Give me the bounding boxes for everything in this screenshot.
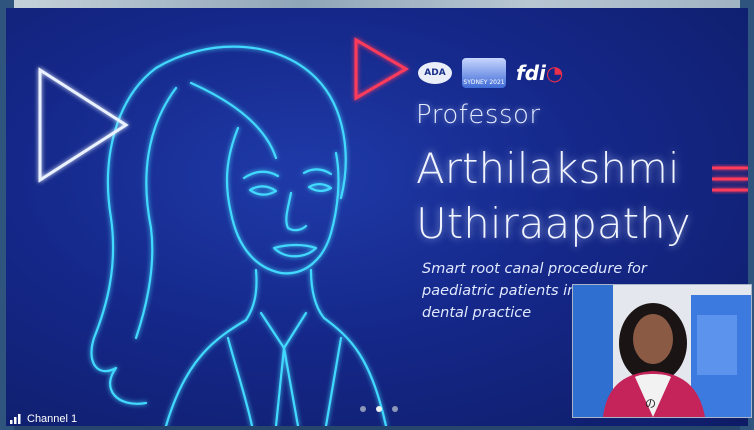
speaker-webcam[interactable]: の — [572, 284, 752, 418]
play-neon-icon-white — [38, 67, 129, 183]
ada-logo: ADA — [418, 62, 452, 84]
page-dot[interactable] — [360, 406, 366, 412]
speaker-first-name: Arthilakshmi — [416, 144, 680, 193]
speaker-last-name: Uthiraapathy — [416, 199, 691, 248]
subtitle-line: Smart root canal procedure for — [422, 261, 647, 277]
menu-lines-icon — [712, 166, 748, 192]
webcam-feed: の — [573, 285, 751, 417]
fdi-logo-text: fdi — [516, 61, 546, 85]
channel-indicator: Channel 1 — [10, 413, 77, 425]
fdi-logo: fdi◔ — [516, 61, 563, 85]
play-neon-icon-red — [354, 37, 409, 101]
fdi-logo-mark: ◔ — [545, 61, 564, 85]
channel-label: Channel 1 — [27, 413, 78, 425]
page-indicator — [360, 406, 398, 412]
page-dot[interactable] — [392, 406, 398, 412]
svg-text:の: の — [645, 397, 656, 410]
title-prefix: Professor — [416, 100, 541, 130]
page-dot-active[interactable] — [376, 406, 382, 412]
sydney-logo: SYDNEY 2021 — [462, 58, 506, 88]
signal-bars-icon — [10, 414, 21, 424]
sponsor-logos: ADA SYDNEY 2021 fdi◔ — [418, 58, 563, 88]
